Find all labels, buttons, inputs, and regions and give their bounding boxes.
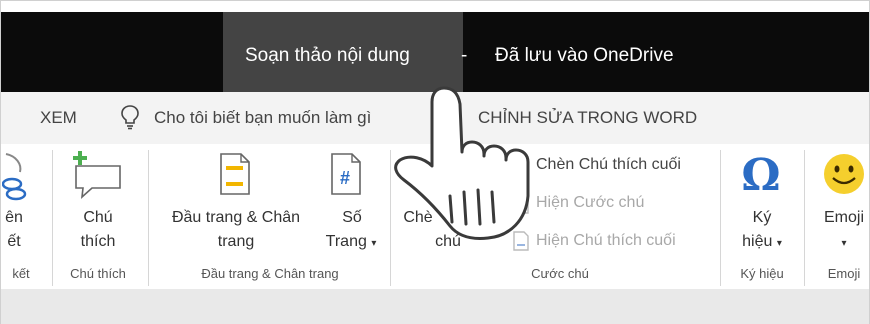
symbol-label: hiệu: [742, 233, 773, 250]
chevron-down-icon[interactable]: ▾: [838, 232, 850, 256]
links-group-label: kết: [12, 266, 30, 281]
symbol-button-line2[interactable]: hiệu ▾: [728, 230, 796, 256]
link-icon: [2, 153, 27, 201]
save-status: Đã lưu vào OneDrive: [495, 45, 674, 66]
header-footer-button-line1[interactable]: Đầu trang & Chân: [154, 206, 318, 230]
group-divider: [52, 150, 53, 286]
group-divider: [148, 150, 149, 286]
chevron-down-icon: ▾: [776, 238, 782, 249]
symbol-button-line1[interactable]: Ký: [730, 206, 794, 230]
tell-me-search[interactable]: Cho tôi biết bạn muốn làm gì: [154, 108, 371, 128]
page-number-button-line2[interactable]: Trang ▾: [316, 230, 386, 256]
emoji-group-label: Emoji: [827, 266, 861, 281]
new-comment-icon: [73, 151, 121, 200]
tab-view[interactable]: XEM: [40, 108, 77, 128]
emoji-smiley-icon: [824, 154, 864, 194]
ribbon-footer-strip: [1, 289, 869, 324]
header-footer-button-line2[interactable]: trang: [154, 230, 318, 254]
lightbulb-icon: [121, 105, 139, 130]
omega-icon: Ω: [741, 150, 781, 201]
links-label-line1[interactable]: ên: [2, 206, 26, 230]
group-divider: [720, 150, 721, 286]
comment-button-line2[interactable]: thích: [68, 230, 128, 254]
emoji-button[interactable]: Emoji: [818, 206, 870, 230]
page-number-label: Trang: [325, 233, 367, 250]
page-number-button-line1[interactable]: Số: [322, 206, 382, 230]
header-footer-group-label: Đầu trang & Chân trang: [201, 266, 339, 281]
page-number-glyph: #: [340, 168, 351, 188]
title-separator: -: [461, 45, 468, 66]
links-label-line2[interactable]: ết: [2, 230, 26, 254]
insert-endnote-button[interactable]: Chèn Chú thích cuối: [536, 156, 681, 174]
comment-button-line1[interactable]: Chú: [68, 206, 128, 230]
document-title[interactable]: Soạn thảo nội dung: [245, 45, 410, 67]
symbols-group-label: Ký hiệu: [740, 266, 784, 281]
group-divider: [804, 150, 805, 286]
show-footnotes-button[interactable]: Hiện Cước chú: [536, 194, 644, 212]
footnotes-group-label: Cước chú: [531, 266, 589, 281]
header-footer-icon: [220, 153, 250, 195]
chevron-down-icon: ▾: [371, 238, 377, 249]
pointing-hand-icon: [394, 86, 530, 240]
show-endnotes-button[interactable]: Hiện Chú thích cuối: [536, 232, 676, 250]
comments-group-label: Chú thích: [70, 266, 126, 281]
